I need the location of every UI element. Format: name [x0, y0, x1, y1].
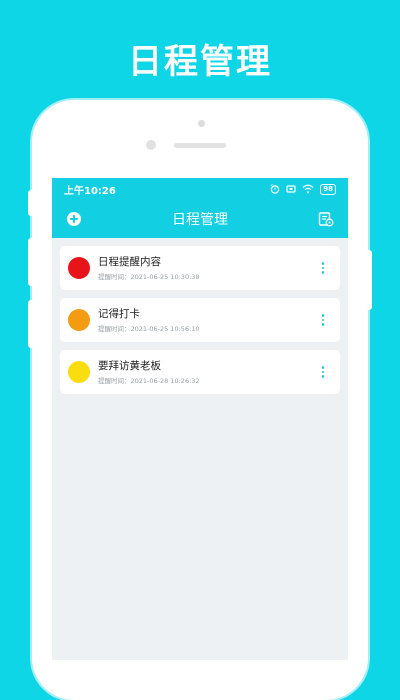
- schedule-time: 提醒时间：2021-06-25 10:56:10: [98, 325, 200, 333]
- calendar-settings-icon[interactable]: [316, 209, 336, 229]
- priority-dot: [68, 257, 90, 279]
- more-vertical-icon[interactable]: [316, 310, 330, 330]
- priority-dot: [68, 361, 90, 383]
- phone-camera: [146, 140, 156, 150]
- schedule-time: 提醒时间：2021-06-25 10:30:38: [98, 273, 200, 281]
- promo-title: 日程管理: [128, 42, 272, 82]
- schedule-time: 提醒时间：2021-06-28 10:26:32: [98, 377, 200, 385]
- priority-dot: [68, 309, 90, 331]
- app-bar: 日程管理: [52, 200, 348, 238]
- schedule-item[interactable]: 日程提醒内容 提醒时间：2021-06-25 10:30:38: [60, 246, 340, 290]
- phone-sensor: [198, 120, 205, 127]
- schedule-title: 日程提醒内容: [98, 256, 161, 268]
- schedule-item[interactable]: 要拜访黄老板 提醒时间：2021-06-28 10:26:32: [60, 350, 340, 394]
- schedule-list: 日程提醒内容 提醒时间：2021-06-25 10:30:38 记得打卡 提醒时…: [52, 238, 348, 410]
- alarm-icon: [270, 184, 280, 194]
- battery-icon: 98: [320, 183, 336, 195]
- more-vertical-icon[interactable]: [316, 258, 330, 278]
- status-time: 上午10:26: [64, 185, 116, 197]
- schedule-title: 要拜访黄老板: [98, 360, 161, 372]
- schedule-item[interactable]: 记得打卡 提醒时间：2021-06-25 10:56:10: [60, 298, 340, 342]
- sim-icon: [286, 185, 296, 193]
- page-title: 日程管理: [172, 212, 228, 228]
- phone-speaker: [174, 143, 226, 148]
- status-bar: 上午10:26 98: [52, 178, 348, 200]
- status-icons: 98: [270, 183, 336, 195]
- app-screen: 上午10:26 98 日程管理 日程提醒内容 提醒时间：2021-06-25 1…: [52, 178, 348, 660]
- more-vertical-icon[interactable]: [316, 362, 330, 382]
- wifi-icon: [302, 184, 314, 194]
- plus-circle-icon[interactable]: [64, 209, 84, 229]
- schedule-title: 记得打卡: [98, 308, 140, 320]
